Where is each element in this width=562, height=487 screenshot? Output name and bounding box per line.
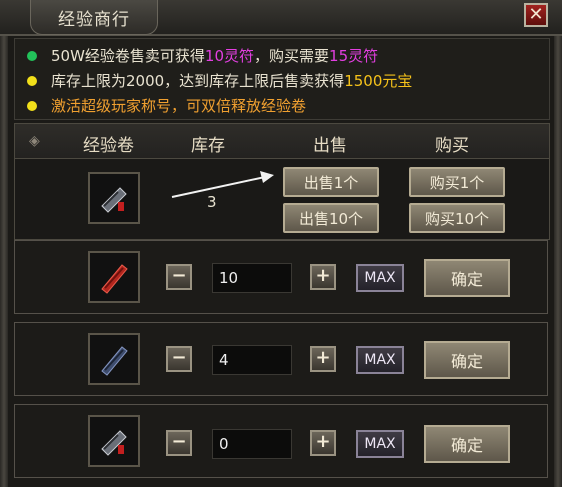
info-highlight: 10灵符: [204, 47, 255, 65]
table-header: ◈ 经验卷 库存 出售 购买: [15, 124, 549, 159]
sell-1-button[interactable]: 出售1个: [283, 167, 379, 197]
exp-shop-window: 经验商行 ✕ 50W经验卷售卖可获得 10灵符 ，购买需要 15灵符 库存上限为…: [0, 0, 562, 487]
quantity-input[interactable]: 0: [212, 429, 292, 459]
diamond-icon: ◈: [29, 133, 40, 149]
title-tab: 经验商行: [30, 0, 158, 35]
green-dot-icon: [27, 50, 37, 61]
max-button[interactable]: MAX: [356, 346, 404, 374]
window-left-border: [0, 0, 8, 487]
info-text: 激活超级玩家称号，可双倍释放经验卷: [51, 97, 307, 115]
yellow-dot-icon: [27, 75, 37, 86]
sell-10-button[interactable]: 出售10个: [283, 203, 379, 233]
close-icon[interactable]: ✕: [524, 3, 548, 27]
window-titlebar: 经验商行 ✕: [0, 0, 562, 36]
yellow-dot-icon: [27, 100, 37, 111]
buy-10-button[interactable]: 购买10个: [409, 203, 505, 233]
window-right-border: [554, 0, 562, 487]
exp-scroll-icon: [101, 430, 127, 456]
info-text: 50W经验卷售卖可获得: [51, 47, 205, 65]
confirm-button[interactable]: 确定: [424, 425, 510, 463]
exp-scroll-blue-icon: [101, 346, 128, 376]
exp-scroll-slot[interactable]: [88, 251, 140, 303]
decrease-button[interactable]: −: [166, 264, 192, 290]
increase-button[interactable]: +: [310, 430, 336, 456]
decrease-button[interactable]: −: [166, 430, 192, 456]
increase-button[interactable]: +: [310, 346, 336, 372]
arrow-pointer-icon: [171, 171, 274, 198]
header-buy: 购买: [435, 136, 469, 156]
exp-scroll-icon: [101, 187, 127, 213]
info-text: 库存上限为2000，达到库存上限后售卖获得: [51, 72, 345, 90]
decrease-button[interactable]: −: [166, 346, 192, 372]
header-sell: 出售: [313, 136, 347, 156]
buy-1-button[interactable]: 购买1个: [409, 167, 505, 197]
exp-scroll-red-icon: [101, 264, 128, 294]
info-panel: 50W经验卷售卖可获得 10灵符 ，购买需要 15灵符 库存上限为2000，达到…: [14, 38, 550, 120]
exp-scroll-slot[interactable]: [88, 415, 140, 467]
increase-button[interactable]: +: [310, 264, 336, 290]
max-button[interactable]: MAX: [356, 430, 404, 458]
info-highlight: 15灵符: [329, 47, 379, 65]
info-highlight: 1500元宝: [344, 72, 413, 90]
header-stock: 库存: [191, 136, 225, 156]
confirm-button[interactable]: 确定: [424, 259, 510, 297]
info-line-1: 50W经验卷售卖可获得 10灵符 ，购买需要 15灵符: [27, 45, 378, 66]
max-button[interactable]: MAX: [356, 264, 404, 292]
quantity-input[interactable]: 4: [212, 345, 292, 375]
info-line-2: 库存上限为2000，达到库存上限后售卖获得 1500元宝: [27, 70, 412, 91]
header-exp-scroll: 经验卷: [83, 136, 134, 156]
window-title: 经验商行: [58, 9, 130, 30]
exp-scroll-slot[interactable]: [88, 172, 140, 224]
confirm-button[interactable]: 确定: [424, 341, 510, 379]
exp-scroll-slot[interactable]: [88, 333, 140, 385]
info-line-3: 激活超级玩家称号，可双倍释放经验卷: [27, 95, 306, 116]
quantity-input[interactable]: 10: [212, 263, 292, 293]
info-text: ，购买需要: [254, 47, 330, 65]
